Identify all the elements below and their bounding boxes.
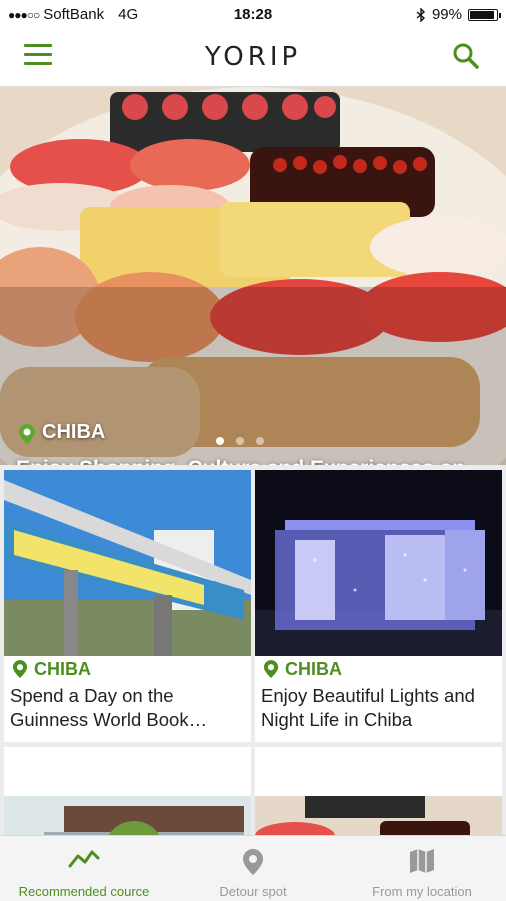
app-header: YORIP	[0, 28, 506, 87]
tab-label: From my location	[372, 884, 472, 899]
carousel-indicator	[216, 437, 264, 445]
app-logo: YORIP	[204, 42, 302, 72]
tab-detour-spot[interactable]: Detour spot	[169, 836, 337, 901]
status-bar: ●●●○○ SoftBank 4G 18:28 99%	[0, 0, 506, 28]
card-region-label: CHIBA	[34, 659, 91, 679]
tab-recommended-course[interactable]: Recommended cource	[0, 836, 168, 901]
bluetooth-icon	[416, 7, 425, 22]
sushi-platter-image	[0, 87, 506, 465]
location-pin-icon	[263, 660, 279, 678]
illumination-image	[255, 470, 502, 656]
shopping-street-image	[4, 796, 251, 835]
card-title: Spend a Day on the Guinness World Book…	[10, 685, 208, 730]
monorail-image	[4, 470, 251, 656]
hero-region-label: CHIBA	[42, 421, 106, 443]
status-right: 99%	[416, 6, 501, 23]
map-pin-icon	[243, 849, 263, 875]
trend-line-icon	[68, 850, 100, 868]
tab-label: Recommended cource	[18, 884, 150, 899]
map-icon	[410, 849, 434, 873]
carousel-dot[interactable]	[236, 437, 244, 445]
battery-icon	[468, 8, 501, 21]
location-pin-icon	[19, 424, 35, 444]
tab-label: Detour spot	[219, 884, 287, 899]
hero-banner[interactable]: CHIBA Enjoy Shopping, Culture and Experi…	[0, 87, 506, 465]
course-card[interactable]	[4, 747, 251, 835]
sushi-image	[255, 796, 502, 835]
hero-title: Enjoy Shopping, Culture and Experiences …	[16, 455, 496, 465]
card-region-label: CHIBA	[285, 659, 342, 679]
carousel-dot[interactable]	[216, 437, 224, 445]
bottom-navigation: Recommended cource Detour spot From my l…	[0, 835, 506, 901]
course-card[interactable]: CHIBA Enjoy Beautiful Lights and Night L…	[255, 470, 502, 742]
course-card[interactable]	[255, 747, 502, 835]
search-icon[interactable]	[452, 42, 480, 70]
card-title: Enjoy Beautiful Lights and Night Life in…	[261, 685, 475, 730]
carousel-dot[interactable]	[256, 437, 264, 445]
tab-from-my-location[interactable]: From my location	[338, 836, 506, 901]
battery-percent: 99%	[431, 6, 462, 23]
course-card[interactable]: CHIBA Spend a Day on the Guinness World …	[4, 470, 251, 742]
location-pin-icon	[12, 660, 28, 678]
